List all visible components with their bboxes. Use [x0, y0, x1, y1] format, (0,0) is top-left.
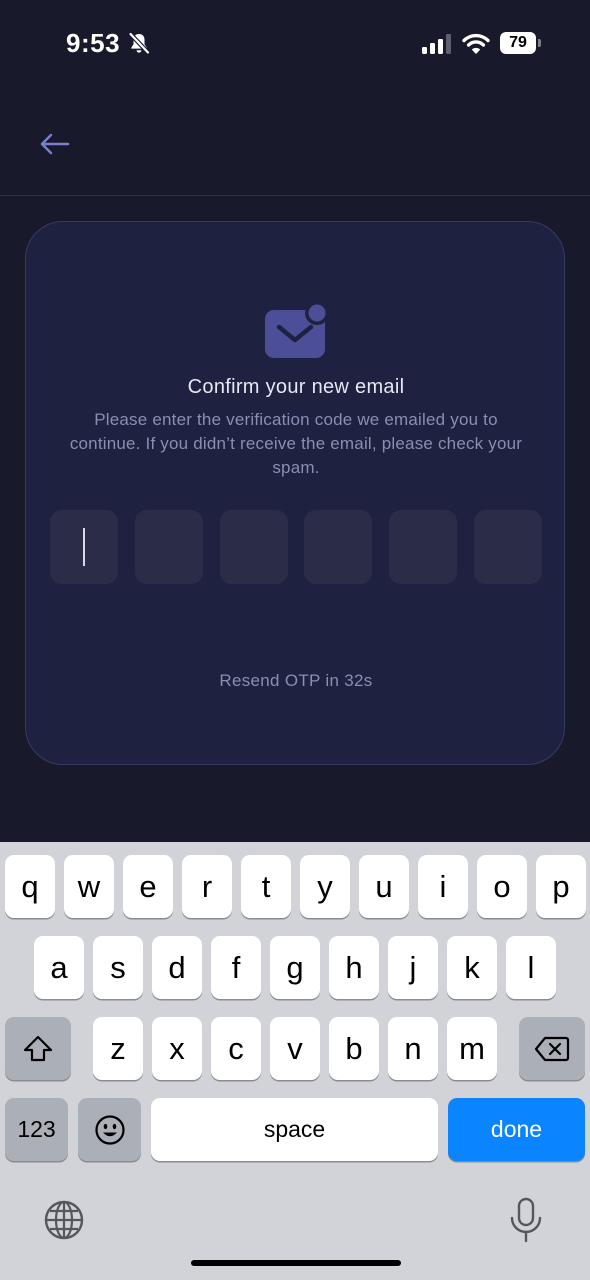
key-g[interactable]: g	[270, 936, 320, 999]
done-key[interactable]: done	[448, 1098, 585, 1161]
cellular-signal-icon	[422, 34, 451, 54]
key-q[interactable]: q	[5, 855, 55, 918]
wifi-icon	[462, 33, 490, 54]
space-key[interactable]: space	[151, 1098, 438, 1161]
battery-icon: 79	[500, 32, 536, 54]
key-p[interactable]: p	[536, 855, 586, 918]
key-y[interactable]: y	[300, 855, 350, 918]
otp-digit-4[interactable]	[304, 510, 372, 584]
battery-level: 79	[509, 34, 527, 51]
key-e[interactable]: e	[123, 855, 173, 918]
status-time: 9:53	[66, 28, 121, 58]
otp-digit-1[interactable]	[50, 510, 118, 584]
key-n[interactable]: n	[388, 1017, 438, 1080]
key-o[interactable]: o	[477, 855, 527, 918]
numbers-key[interactable]: 123	[5, 1098, 68, 1161]
key-j[interactable]: j	[388, 936, 438, 999]
otp-digit-3[interactable]	[220, 510, 288, 584]
text-cursor	[83, 528, 85, 566]
key-h[interactable]: h	[329, 936, 379, 999]
key-v[interactable]: v	[270, 1017, 320, 1080]
delete-key[interactable]	[519, 1017, 585, 1080]
home-indicator	[191, 1260, 401, 1266]
shift-key[interactable]	[5, 1017, 71, 1080]
key-l[interactable]: l	[506, 936, 556, 999]
key-r[interactable]: r	[182, 855, 232, 918]
keyboard: q w e r t y u i o p a s d f g h j k l z …	[0, 842, 590, 1280]
otp-input-row	[50, 510, 542, 584]
key-d[interactable]: d	[152, 936, 202, 999]
card-title: Confirm your new email	[187, 376, 405, 398]
envelope-notification-icon	[265, 302, 329, 358]
key-f[interactable]: f	[211, 936, 261, 999]
key-m[interactable]: m	[447, 1017, 497, 1080]
emoji-icon	[94, 1114, 125, 1145]
otp-digit-5[interactable]	[389, 510, 457, 584]
key-t[interactable]: t	[241, 855, 291, 918]
emoji-key[interactable]	[78, 1098, 141, 1161]
battery-tip	[538, 39, 541, 47]
key-i[interactable]: i	[418, 855, 468, 918]
card-description: Please enter the verification code we em…	[69, 410, 523, 477]
key-a[interactable]: a	[34, 936, 84, 999]
key-c[interactable]: c	[211, 1017, 261, 1080]
key-x[interactable]: x	[152, 1017, 202, 1080]
key-k[interactable]: k	[447, 936, 497, 999]
microphone-icon[interactable]	[508, 1196, 544, 1244]
shift-icon	[23, 1035, 53, 1061]
key-u[interactable]: u	[359, 855, 409, 918]
otp-digit-6[interactable]	[474, 510, 542, 584]
header-divider	[0, 195, 590, 196]
delete-icon	[534, 1036, 570, 1061]
key-s[interactable]: s	[93, 936, 143, 999]
verification-card: Confirm your new email Please enter the …	[25, 221, 565, 765]
key-z[interactable]: z	[93, 1017, 143, 1080]
arrow-left-icon[interactable]	[36, 124, 76, 164]
globe-icon[interactable]	[42, 1198, 86, 1242]
key-b[interactable]: b	[329, 1017, 379, 1080]
resend-otp-countdown: Resend OTP in 32s	[219, 671, 373, 690]
status-bar: 9:53 79	[0, 0, 590, 90]
bell-slash-icon	[128, 32, 150, 55]
otp-digit-2[interactable]	[135, 510, 203, 584]
key-w[interactable]: w	[64, 855, 114, 918]
